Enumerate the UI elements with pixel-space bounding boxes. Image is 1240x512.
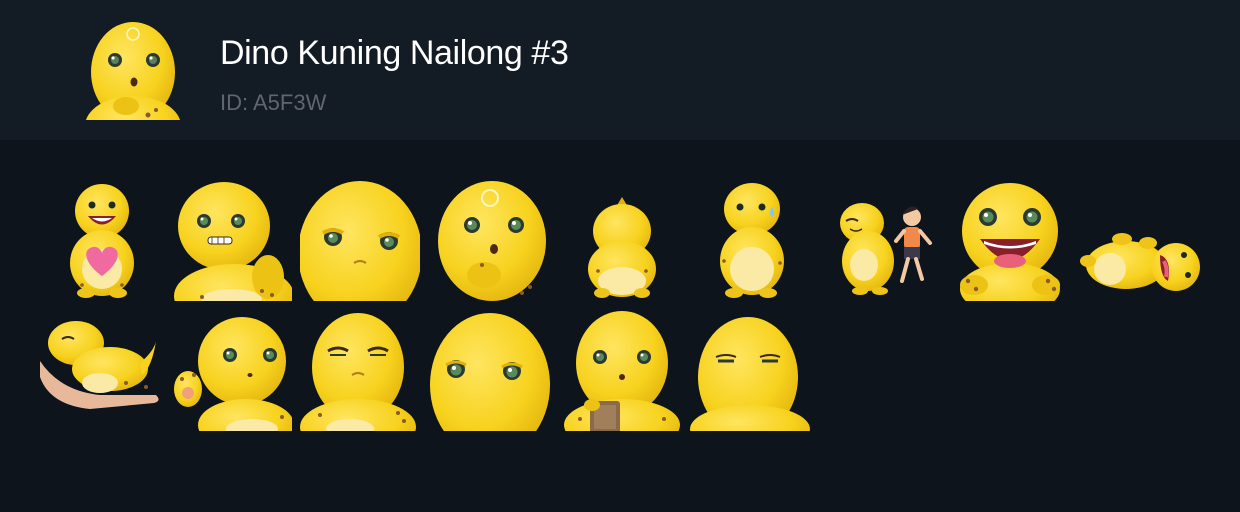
sticker-13[interactable] <box>430 311 550 431</box>
dino-staring-face-icon <box>430 313 550 431</box>
dino-facing-away-icon <box>588 197 656 298</box>
sticker-14[interactable] <box>560 311 680 431</box>
pack-thumbnail <box>86 20 180 120</box>
dino-thumbnail-icon <box>86 22 180 120</box>
dino-open-mouth-icon <box>960 183 1060 301</box>
sticker-12[interactable] <box>300 311 420 431</box>
sticker-4[interactable] <box>432 181 552 301</box>
sticker-10[interactable] <box>40 311 160 431</box>
dino-holding-heart-icon <box>70 184 134 298</box>
sticker-8[interactable] <box>952 181 1072 301</box>
sticker-5[interactable] <box>562 181 682 301</box>
dino-thinking-icon <box>438 181 546 301</box>
dino-with-boy-icon <box>840 203 932 295</box>
pack-header: Dino Kuning Nailong #3 ID: A5F3W <box>0 0 1240 140</box>
sticker-2[interactable] <box>172 181 292 301</box>
dino-grimacing-icon <box>174 182 292 301</box>
sticker-grid <box>0 141 1240 512</box>
dino-on-hand-icon <box>40 321 159 409</box>
dino-sweating-icon <box>720 183 784 298</box>
sticker-7[interactable] <box>830 181 950 301</box>
sticker-1[interactable] <box>42 181 162 301</box>
dino-glaring-face-icon <box>300 181 420 301</box>
dino-smug-icon <box>300 313 416 431</box>
dino-holding-phone-icon <box>564 311 680 431</box>
sticker-15[interactable] <box>690 311 810 431</box>
sticker-11[interactable] <box>172 311 292 431</box>
dino-unimpressed-icon <box>690 317 810 431</box>
sticker-3[interactable] <box>300 181 420 301</box>
sticker-6[interactable] <box>692 181 812 301</box>
pack-id: ID: A5F3W <box>220 90 327 115</box>
pack-title: Dino Kuning Nailong #3 <box>220 34 569 72</box>
dino-waving-icon <box>174 317 292 431</box>
dino-lying-down-icon <box>1080 233 1200 291</box>
sticker-9[interactable] <box>1080 181 1200 301</box>
